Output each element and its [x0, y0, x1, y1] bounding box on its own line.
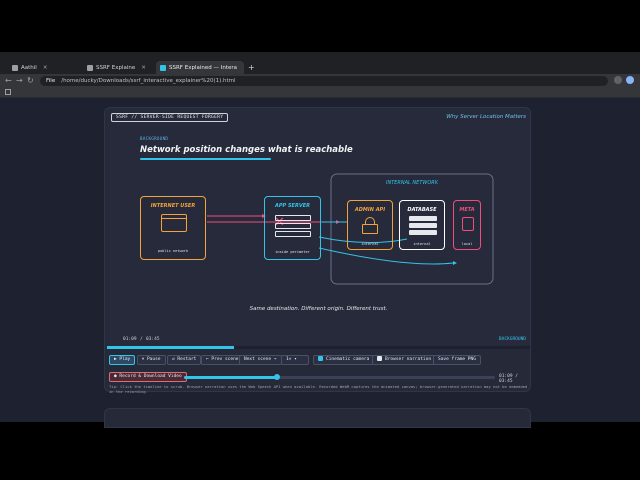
extensions-icon[interactable]	[614, 76, 622, 84]
back-icon[interactable]: ←	[5, 76, 12, 85]
restart-button[interactable]: ↺ Restart	[167, 355, 202, 365]
tab-favicon-icon	[87, 64, 93, 71]
browser-tab-active[interactable]: SSRF Explained — Intera ✕	[156, 61, 244, 74]
checkbox-icon[interactable]	[318, 356, 323, 361]
scene-caption: Same destination. Different origin. Diff…	[249, 306, 388, 312]
tab-favicon-icon	[160, 64, 166, 71]
internet-user-node[interactable]: INTERNET USER public network	[140, 196, 206, 260]
metadata-node[interactable]: META local	[453, 200, 481, 250]
timeline-progress	[107, 346, 234, 349]
browser-window-icon	[161, 214, 187, 232]
browser-narration-toggle[interactable]: Browser narration	[372, 355, 437, 365]
browser-tab-bar: Aathil ✕ SSRF Explaine ✕ SSRF Explained …	[0, 52, 640, 74]
time-separator: /	[140, 337, 143, 342]
profile-avatar[interactable]	[626, 76, 634, 84]
scrub-handle[interactable]	[274, 374, 281, 380]
app-server-node[interactable]: APP SERVER inside perimeter	[264, 196, 321, 260]
tab-favicon-icon	[12, 64, 18, 71]
browser-tab[interactable]: Aathil ✕	[8, 61, 80, 74]
url-text: /home/ducky/Downloads/ssrf_interactive_e…	[61, 78, 236, 84]
cinematic-camera-toggle[interactable]: Cinematic camera	[313, 355, 375, 365]
browser-tab[interactable]: SSRF Explaine ✕	[83, 61, 153, 74]
current-time: 01:09	[123, 337, 137, 342]
admin-api-node[interactable]: ADMIN API internal	[347, 200, 393, 250]
cloud-metadata-icon	[462, 217, 474, 231]
checkbox-icon[interactable]	[377, 356, 382, 361]
apps-grid-icon[interactable]	[5, 89, 11, 95]
lock-icon	[362, 217, 378, 234]
close-tab-icon[interactable]: ✕	[141, 65, 146, 71]
new-tab-button[interactable]: +	[244, 61, 256, 74]
animation-stage[interactable]: SSRF // SERVER-SIDE REQUEST FORGERY Why …	[107, 110, 530, 346]
address-bar-row: ← → ↻ File/home/ducky/Downloads/ssrf_int…	[0, 74, 640, 88]
play-button[interactable]: ▶ Play	[109, 355, 136, 365]
explainer-card: SSRF // SERVER-SIDE REQUEST FORGERY Why …	[104, 107, 531, 394]
chevron-down-icon: ▾	[294, 357, 297, 362]
total-duration: 03:45	[146, 337, 160, 342]
reload-icon[interactable]: ↻	[27, 76, 34, 85]
save-frame-button[interactable]: Save frame PNG	[433, 355, 481, 365]
arrow-head	[453, 261, 457, 265]
database-rows-icon	[409, 216, 437, 235]
close-tab-icon[interactable]: ✕	[43, 65, 48, 71]
scene-timeline[interactable]	[107, 346, 530, 349]
speed-select[interactable]: 1× ▾	[281, 355, 309, 365]
bookmarks-bar	[0, 88, 640, 98]
app-to-meta-arrow	[318, 247, 454, 265]
prev-scene-button[interactable]: ← Prev scene	[201, 355, 244, 365]
tip-text: Tip: Click the timeline to scrub. Browse…	[109, 384, 528, 394]
database-node[interactable]: DATABASE internal	[399, 200, 445, 250]
url-scheme-label: File	[46, 78, 56, 84]
internal-network-label: INTERNAL NETWORK	[385, 180, 439, 186]
current-scene-label: BACKGROUND	[498, 337, 526, 342]
forward-icon[interactable]: →	[16, 76, 23, 85]
pause-button[interactable]: ⏸ Pause	[137, 355, 166, 365]
next-scene-button[interactable]: Next scene →	[239, 355, 282, 365]
server-rack-icon	[275, 215, 311, 237]
scrub-fill	[184, 376, 278, 379]
page-body: SSRF // SERVER-SIDE REQUEST FORGERY Why …	[0, 98, 640, 428]
scrub-slider[interactable]	[184, 374, 495, 380]
next-section-card	[104, 408, 531, 428]
scrub-time: 01:09 / 03:45	[499, 374, 518, 384]
record-video-button[interactable]: ● Record & Download Video	[109, 372, 187, 382]
url-bar[interactable]: File/home/ducky/Downloads/ssrf_interacti…	[40, 76, 608, 86]
